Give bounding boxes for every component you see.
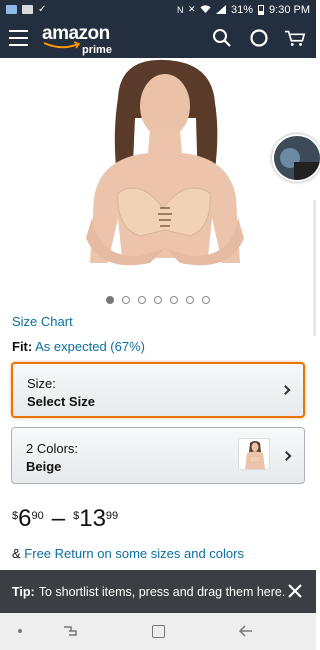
free-return-link[interactable]: Free Return [24,546,93,561]
cart-icon[interactable] [284,27,306,49]
fit-label: Fit: [12,339,33,354]
recent-apps-icon[interactable] [62,623,78,639]
logo-prime: prime [82,44,112,56]
product-image[interactable] [0,58,320,290]
product-photo [86,59,244,266]
free-return-prefix: & [12,546,25,561]
tip-text: To shortlist items, press and drag them … [38,584,286,599]
price-separator: – [51,505,66,532]
size-selector[interactable]: Size: Select Size [11,362,305,418]
search-icon[interactable] [211,27,233,49]
color-label: 2 Colors: [26,441,79,456]
scroll-indicator [313,200,316,336]
price-range: $ 6 90 – $ 13 99 [12,506,118,532]
chevron-right-icon [281,450,292,461]
mute-icon: ✕ [187,4,196,14]
chevron-right-icon [280,385,291,395]
price-low-whole: 6 [18,505,32,532]
logo-smile [43,41,81,49]
pager-dot[interactable] [154,296,162,304]
color-selector[interactable]: 2 Colors: Beige [11,427,305,484]
app-header: amazon prime [0,19,316,58]
pager-dot[interactable] [122,296,130,304]
signal-icon [216,5,226,14]
size-label: Size: [27,376,56,391]
pager-dot[interactable] [106,296,114,304]
price-high-whole: 13 [79,505,106,532]
product-video-thumbnail[interactable] [272,134,320,182]
image-icon [22,5,33,14]
free-return-line: & Free Return on some sizes and colors [12,546,244,561]
tip-label: Tip: [12,584,35,599]
size-chart-link[interactable]: Size Chart [12,314,73,329]
size-value: Select Size [27,394,95,409]
nfc-icon: N [176,4,184,15]
home-icon[interactable] [152,625,165,638]
free-return-suffix[interactable]: on some sizes and colors [94,546,244,561]
gallery-icon [6,5,17,14]
fit-value-link[interactable]: As expected (67%) [35,339,145,354]
battery-percent: 31% [231,3,254,16]
wifi-icon [200,5,211,13]
shortlist-tip-banner: Tip: To shortlist items, press and drag … [0,570,316,613]
clock: 9:30 PM [269,3,310,16]
pager-dot[interactable] [202,296,210,304]
image-pager[interactable] [0,296,316,304]
close-icon[interactable] [288,584,302,598]
system-nav-bar [0,613,316,650]
battery-icon [258,4,265,15]
pager-dot[interactable] [138,296,146,304]
pager-dot[interactable] [170,296,178,304]
price-high-fraction: 99 [105,510,119,522]
color-value: Beige [26,459,62,474]
color-swatch-thumbnail [238,438,270,470]
pager-dot[interactable] [186,296,194,304]
check-icon: ✓ [38,4,47,15]
menu-icon[interactable] [9,30,28,46]
alexa-icon[interactable] [248,27,270,49]
nav-dot-icon[interactable] [18,629,22,633]
fit-rating: Fit: As expected (67%) [12,339,145,354]
back-icon[interactable] [238,623,254,639]
price-low-fraction: 90 [31,510,44,522]
amazon-prime-logo[interactable]: amazon prime [42,23,112,56]
status-bar: ✓ N ✕ 31% 9:30 PM [0,0,316,19]
